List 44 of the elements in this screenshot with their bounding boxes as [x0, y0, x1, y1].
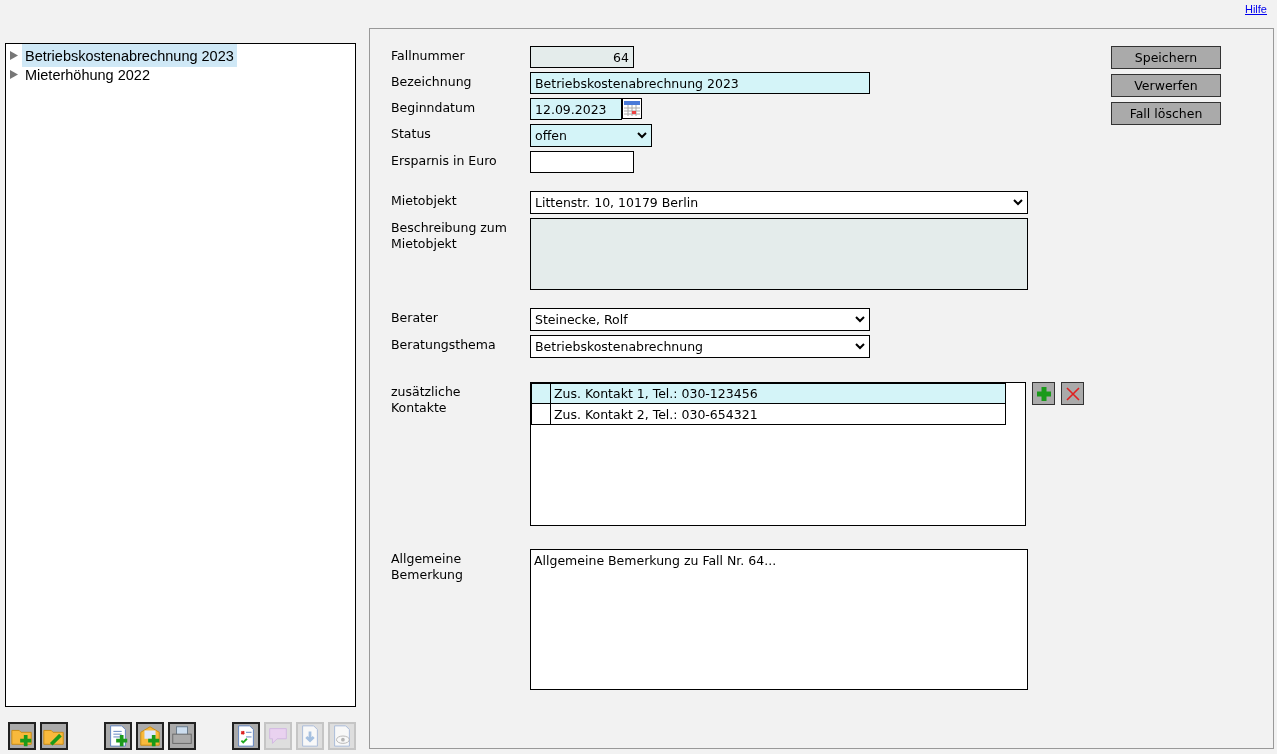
field-label: Allgemeine Bemerkung: [391, 550, 464, 583]
print-icon[interactable]: [168, 722, 196, 750]
action-button[interactable]: Speichern: [1111, 46, 1221, 69]
action-button[interactable]: Fall löschen: [1111, 102, 1221, 125]
folder-add-icon[interactable]: [8, 722, 36, 750]
contact-row[interactable]: Zus. Kontakt 1, Tel.: 030-123456: [531, 383, 1006, 404]
field-label: Mietobjekt: [391, 192, 458, 209]
field-label: Beschreibung zum Mietobjekt: [391, 219, 508, 252]
checklist-icon[interactable]: [232, 722, 260, 750]
field-label: Ersparnis in Euro: [391, 152, 498, 169]
mail-add-icon[interactable]: [136, 722, 164, 750]
field-label: Berater: [391, 309, 439, 326]
chevron-down-icon[interactable]: [637, 132, 647, 139]
tree-item[interactable]: Mieterhöhung 2022: [22, 66, 153, 83]
chevron-down-icon[interactable]: [855, 343, 865, 350]
field-label: Status: [391, 125, 432, 142]
help-link[interactable]: Hilfe: [1245, 3, 1267, 15]
dropdown[interactable]: Littenstr. 10, 10179 Berlin: [530, 191, 1028, 214]
text-field[interactable]: Betriebskostenabrechnung 2023: [530, 72, 870, 94]
field-label: Beginndatum: [391, 99, 477, 116]
action-button[interactable]: Verwerfen: [1111, 74, 1221, 97]
delete-icon[interactable]: [1061, 382, 1084, 405]
field-label: Fallnummer: [391, 47, 466, 64]
dropdown[interactable]: offen: [530, 124, 652, 147]
folder-edit-icon[interactable]: [40, 722, 68, 750]
date-field[interactable]: 12.09.2023: [530, 98, 622, 120]
chevron-down-icon[interactable]: [1013, 199, 1023, 206]
document-add-icon[interactable]: [104, 722, 132, 750]
field-label: zusätzliche Kontakte: [391, 383, 462, 416]
text-area[interactable]: [530, 218, 1028, 290]
text-field[interactable]: [530, 151, 634, 173]
calendar-icon[interactable]: [622, 98, 642, 119]
add-icon[interactable]: [1032, 382, 1055, 405]
field-label: Bezeichnung: [391, 73, 473, 90]
dropdown[interactable]: Betriebskostenabrechnung: [530, 335, 870, 358]
tree-item[interactable]: Betriebskostenabrechnung 2023: [22, 44, 237, 67]
number-field[interactable]: 64: [530, 46, 634, 68]
remark-text-area[interactable]: Allgemeine Bemerkung zu Fall Nr. 64...: [530, 549, 1028, 690]
dropdown[interactable]: Steinecke, Rolf: [530, 308, 870, 331]
caret-right-icon[interactable]: [10, 51, 18, 60]
caret-right-icon[interactable]: [10, 70, 18, 79]
contact-row[interactable]: Zus. Kontakt 2, Tel.: 030-654321: [531, 404, 1006, 425]
field-label: Beratungsthema: [391, 336, 497, 353]
chevron-down-icon[interactable]: [855, 316, 865, 323]
